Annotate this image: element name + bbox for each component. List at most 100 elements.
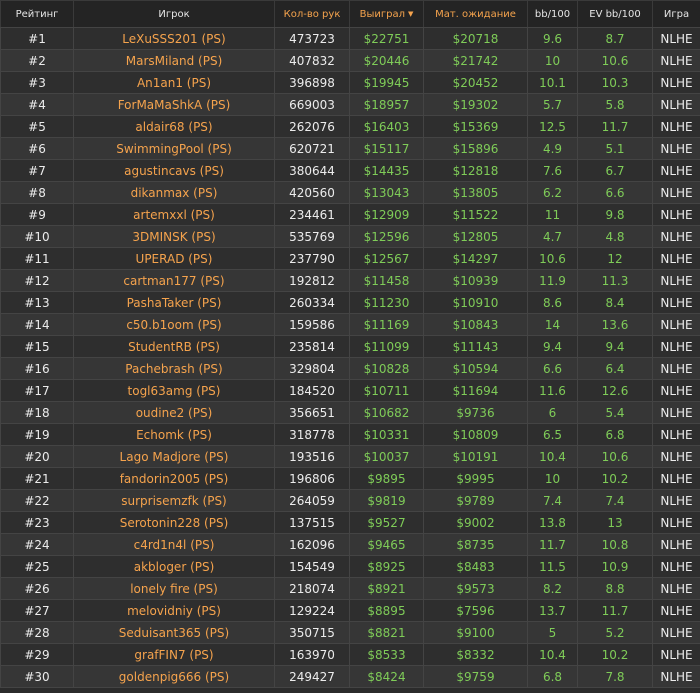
won-column-cell: $11230 [349, 291, 424, 314]
player-link[interactable]: MarsMiland (PS) [126, 54, 223, 68]
player-link[interactable]: dikanmax (PS) [131, 186, 218, 200]
bb-column-cell: 4.7 [527, 225, 578, 248]
game-cell: NLHE [660, 53, 693, 68]
player-link[interactable]: agustincavs (PS) [124, 164, 224, 178]
game-cell: NLHE [660, 119, 693, 134]
player-link[interactable]: togl63amg (PS) [128, 384, 221, 398]
won-cell: $11230 [363, 295, 410, 310]
rank-column-cell: #11 [0, 247, 74, 270]
player-link[interactable]: cartman177 (PS) [123, 274, 224, 288]
game-column-cell: NLHE [652, 137, 700, 160]
game-column-cell: NLHE [652, 379, 700, 402]
hands-column-cell: 318778 [274, 423, 350, 446]
evbb-column-cell: 11.7 [577, 115, 653, 138]
evbb-column-cell: 7.4 [577, 489, 653, 512]
player-column-cell: togl63amg (PS) [73, 379, 275, 402]
player-link[interactable]: lonely fire (PS) [130, 582, 218, 596]
game-cell: NLHE [660, 361, 693, 376]
evbb-column-cell: 8.8 [577, 577, 653, 600]
won-column-cell: $8533 [349, 643, 424, 666]
player-link[interactable]: c4rd1n4l (PS) [134, 538, 215, 552]
evbb-column-cell: 13.6 [577, 313, 653, 336]
bb100-cell: 10.4 [539, 647, 566, 662]
hands-cell: 262076 [289, 119, 335, 134]
evbb-column-cell: 11.7 [577, 599, 653, 622]
bb100-cell: 11 [544, 207, 561, 222]
player-column-cell: c4rd1n4l (PS) [73, 533, 275, 556]
ev-cell: $10191 [452, 449, 499, 464]
won-cell: $12567 [363, 251, 410, 266]
table-row: #6 SwimmingPool (PS) 620721 $15117 $15896 4.9… [0, 137, 700, 160]
player-column-cell: UPERAD (PS) [73, 247, 275, 270]
won-cell: $10682 [363, 405, 410, 420]
header-hands[interactable]: Кол-во рук [274, 0, 350, 28]
bb-column-cell: 6 [527, 401, 578, 424]
evbb100-cell: 6.4 [605, 361, 625, 376]
evbb100-cell: 10.3 [601, 75, 629, 90]
player-link[interactable]: c50.b1oom (PS) [126, 318, 221, 332]
player-column-cell: goldenpig666 (PS) [73, 665, 275, 688]
bb100-cell: 5.7 [542, 97, 563, 112]
header-rank[interactable]: Рейтинг [0, 0, 74, 28]
game-cell: NLHE [660, 141, 693, 156]
header-bb100[interactable]: bb/100 [527, 0, 578, 28]
hands-column-cell: 162096 [274, 533, 350, 556]
player-link[interactable]: akbloger (PS) [134, 560, 215, 574]
player-link[interactable]: artemxxl (PS) [133, 208, 215, 222]
bb-column-cell: 11.6 [527, 379, 578, 402]
header-ev[interactable]: Мат. ожидание [423, 0, 528, 28]
header-game[interactable]: Игра [652, 0, 700, 28]
player-link[interactable]: oudine2 (PS) [136, 406, 213, 420]
won-column-cell: $12596 [349, 225, 424, 248]
player-link[interactable]: 3DMINSK (PS) [132, 230, 215, 244]
ev-cell: $8332 [456, 647, 495, 662]
game-column-cell: NLHE [652, 115, 700, 138]
player-link[interactable]: Lago Madjore (PS) [120, 450, 229, 464]
player-link[interactable]: Echomk (PS) [136, 428, 212, 442]
table-row: #7 agustincavs (PS) 380644 $14435 $12818 7.6 6… [0, 159, 700, 182]
player-link[interactable]: LeXuSSS201 (PS) [122, 32, 225, 46]
table-row: #30 goldenpig666 (PS) 249427 $8424 $9759 6.8 7… [0, 665, 700, 688]
game-column-cell: NLHE [652, 159, 700, 182]
player-link[interactable]: Seduisant365 (PS) [119, 626, 229, 640]
evbb100-cell: 9.4 [605, 339, 625, 354]
hands-cell: 620721 [289, 141, 335, 156]
player-link[interactable]: ForMaMaShkA (PS) [118, 98, 231, 112]
hands-cell: 260334 [289, 295, 335, 310]
ev-cell: $19302 [452, 97, 499, 112]
game-cell: NLHE [660, 669, 693, 684]
player-link[interactable]: StudentRB (PS) [128, 340, 220, 354]
player-link[interactable]: goldenpig666 (PS) [119, 670, 229, 684]
player-link[interactable]: UPERAD (PS) [136, 252, 213, 266]
bb-column-cell: 10.4 [527, 643, 578, 666]
rank-cell: #19 [24, 427, 50, 442]
player-link[interactable]: surprisemzfk (PS) [121, 494, 227, 508]
player-link[interactable]: aldair68 (PS) [135, 120, 212, 134]
player-link[interactable]: melovidniy (PS) [127, 604, 221, 618]
player-link[interactable]: grafFIN7 (PS) [134, 648, 213, 662]
bb100-cell: 11.6 [539, 383, 566, 398]
won-cell: $18957 [363, 97, 410, 112]
hands-cell: 237790 [289, 251, 335, 266]
player-link[interactable]: Serotonin228 (PS) [120, 516, 229, 530]
won-column-cell: $19945 [349, 71, 424, 94]
header-won[interactable]: Выиграл ▼ [349, 0, 424, 28]
game-cell: NLHE [660, 515, 693, 530]
header-player[interactable]: Игрок [73, 0, 275, 28]
ev-column-cell: $7596 [423, 599, 528, 622]
player-link[interactable]: An1an1 (PS) [137, 76, 211, 90]
hands-cell: 535769 [289, 229, 335, 244]
player-link[interactable]: SwimmingPool (PS) [116, 142, 232, 156]
player-link[interactable]: fandorin2005 (PS) [120, 472, 229, 486]
hands-column-cell: 669003 [274, 93, 350, 116]
evbb100-cell: 11.7 [601, 119, 629, 134]
rank-column-cell: #14 [0, 313, 74, 336]
rank-cell: #29 [24, 647, 50, 662]
hands-cell: 396898 [289, 75, 335, 90]
player-link[interactable]: PashaTaker (PS) [127, 296, 222, 310]
ev-cell: $11143 [452, 339, 499, 354]
player-link[interactable]: Pachebrash (PS) [125, 362, 222, 376]
header-evbb100[interactable]: EV bb/100 [577, 0, 653, 28]
bb-column-cell: 11.7 [527, 533, 578, 556]
evbb100-cell: 5.1 [605, 141, 625, 156]
